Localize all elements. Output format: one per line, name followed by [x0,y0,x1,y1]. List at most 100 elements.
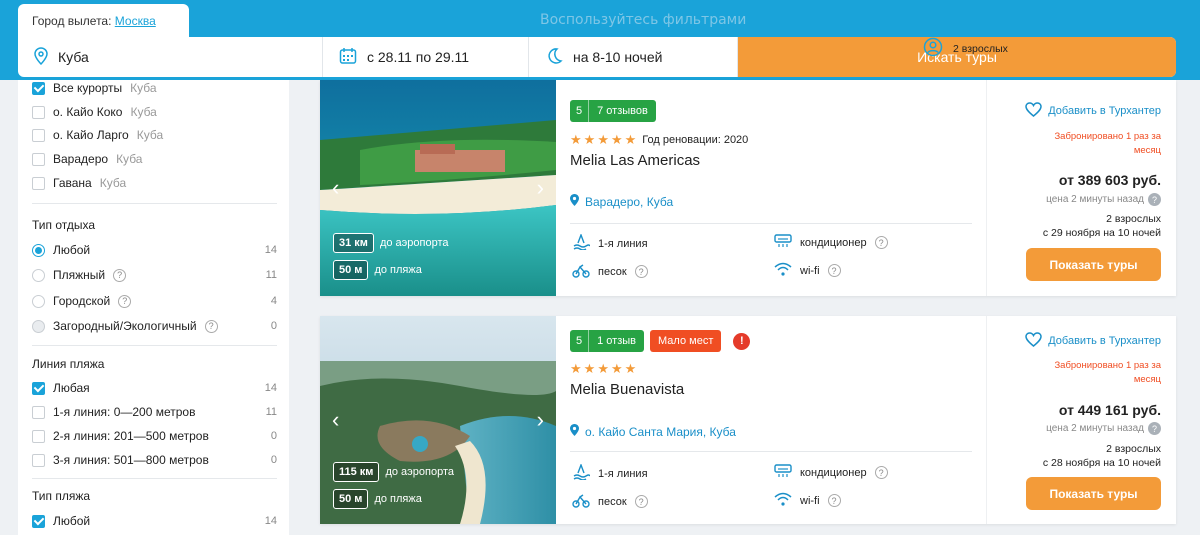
add-to-favorites-label: Добавить в Турхантер [1048,335,1161,347]
resort-item-cayo-largo[interactable]: о. Кайо Ларго Куба [32,128,277,142]
photo-prev-arrow[interactable]: ‹ [332,175,339,201]
resort-item-varadero[interactable]: Варадеро Куба [32,152,277,166]
help-icon[interactable]: ? [1148,193,1161,206]
departure-city-tab[interactable]: Город вылета: Москва [18,4,189,38]
radio[interactable] [32,294,45,308]
checkbox[interactable] [32,105,45,119]
rest-type-any[interactable]: Любой 14 [32,243,277,257]
help-icon[interactable]: ? [113,268,127,282]
moon-icon [545,47,563,68]
radio[interactable] [32,268,45,282]
beach-line-1[interactable]: 1-я линия: 0—200 метров 11 [32,405,277,419]
help-icon[interactable]: ? [827,264,841,277]
hotel-photo[interactable]: ‹ › 115 км до аэропорта 50 м до пляжа [320,316,556,524]
option-label: Любой [53,514,91,528]
departure-label: Город вылета: [32,14,112,28]
resort-label: Варадеро [53,152,109,166]
help-icon[interactable]: ? [204,319,218,333]
photo-next-arrow[interactable]: › [537,175,544,201]
filters-hint: Воспользуйтесь фильтрами [540,12,747,28]
photo-prev-arrow[interactable]: ‹ [332,407,339,433]
help-icon[interactable]: ? [634,265,648,278]
heart-icon [1025,102,1042,120]
help-icon[interactable]: ? [118,294,132,308]
hotel-card: ‹ › 31 км до аэропорта 50 м до пляжа 5 7… [320,80,1176,296]
hotel-name[interactable]: Melia Buenavista [570,381,684,398]
dates-field[interactable]: с 28.11 по 29.11 [323,37,529,77]
location-label: Варадеро, Куба [585,194,674,209]
option-label: Любая [53,381,90,395]
beach-line-2[interactable]: 2-я линия: 201—500 метров 0 [32,429,277,443]
help-icon[interactable]: ? [874,466,888,479]
nights-value: на 8-10 ночей [573,49,663,65]
radio[interactable] [32,243,45,257]
beach-type-any[interactable]: Любой 14 [32,514,277,528]
rest-type-eco: Загородный/Экологичный ? 0 [32,319,277,333]
star-icon: ★ [570,132,582,147]
checkbox[interactable] [32,152,45,166]
beach-line-any[interactable]: Любая 14 [32,381,277,395]
show-tours-button[interactable]: Показать туры [1026,477,1161,510]
feature-label: wi-fi [800,264,820,277]
travelers-field[interactable]: 2 взрослых [907,37,1161,61]
checkbox[interactable] [32,453,45,467]
departure-city-link[interactable]: Москва [115,14,156,28]
price-updated-label: цена 2 минуты назад [1046,423,1144,434]
help-icon[interactable]: ? [1148,422,1161,435]
destination-field[interactable]: Куба [18,37,323,77]
option-count: 11 [265,269,277,281]
hotel-card: ‹ › 115 км до аэропорта 50 м до пляжа 5 … [320,316,1176,524]
resort-item-all[interactable]: Все курорты Куба [32,81,277,95]
hotel-location[interactable]: Варадеро, Куба [570,194,673,209]
radio [32,319,45,333]
add-to-favorites[interactable]: Добавить в Турхантер [1025,332,1161,350]
resort-country: Куба [116,152,143,166]
option-label: 2-я линия: 201—500 метров [53,429,209,443]
resort-item-havana[interactable]: Гавана Куба [32,176,277,190]
star-icon: ★ [610,132,623,147]
price-updated-label: цена 2 минуты назад [1046,194,1144,205]
photo-next-arrow[interactable]: › [537,407,544,433]
feature-ac: кондиционер ? [774,234,888,251]
search-header: Воспользуйтесь фильтрами Город вылета: М… [0,0,1200,80]
rest-type-city[interactable]: Городской ? 4 [32,294,277,308]
hotel-stars: ★ ★ ★ ★ ★ [570,361,636,377]
nights-field[interactable]: на 8-10 ночей [529,37,738,77]
help-icon[interactable]: ? [827,494,841,507]
star-icon: ★ [583,132,596,147]
checkbox[interactable] [32,128,45,142]
checkbox[interactable] [32,381,45,395]
star-icon: ★ [597,361,609,376]
checkbox[interactable] [32,429,45,443]
location-pin-icon [34,46,48,68]
beach-line-icon [572,233,591,253]
feature-wifi: wi-fi ? [774,492,841,509]
beach-line-title: Линия пляжа [32,357,105,371]
add-to-favorites[interactable]: Добавить в Турхантер [1025,102,1161,120]
location-pin-icon [570,424,579,439]
feature-label: песок [598,495,627,508]
price-amount: от 449 161 руб. [1058,402,1161,418]
location-label: о. Кайо Санта Мария, Куба [585,424,736,439]
option-count: 11 [265,406,277,418]
hotel-location[interactable]: о. Кайо Санта Мария, Куба [570,424,736,439]
checkbox[interactable] [32,405,45,419]
checkbox[interactable] [32,81,45,95]
hotel-photo[interactable]: ‹ › 31 км до аэропорта 50 м до пляжа [320,80,556,296]
option-count: 14 [264,382,277,394]
help-icon[interactable]: ? [874,236,888,249]
airport-distance-label: до аэропорта [379,237,449,249]
checkbox[interactable] [32,176,45,190]
help-icon[interactable]: ? [634,495,648,508]
resort-item-cayo-coco[interactable]: о. Кайо Коко Куба [32,105,277,119]
feature-first-line: 1-я линия [572,463,648,483]
rest-type-beach[interactable]: Пляжный ? 11 [32,268,277,282]
show-tours-button[interactable]: Показать туры [1026,248,1161,281]
checkbox[interactable] [32,514,45,528]
hotel-name[interactable]: Melia Las Americas [570,152,700,169]
alert-icon[interactable]: ! [733,332,751,350]
reviews-count: 7 отзывов [597,105,648,117]
rating-badge[interactable]: 5 7 отзывов [570,100,656,122]
beach-line-3[interactable]: 3-я линия: 501—800 метров 0 [32,453,277,467]
rating-badge[interactable]: 5 1 отзыв [570,330,645,352]
